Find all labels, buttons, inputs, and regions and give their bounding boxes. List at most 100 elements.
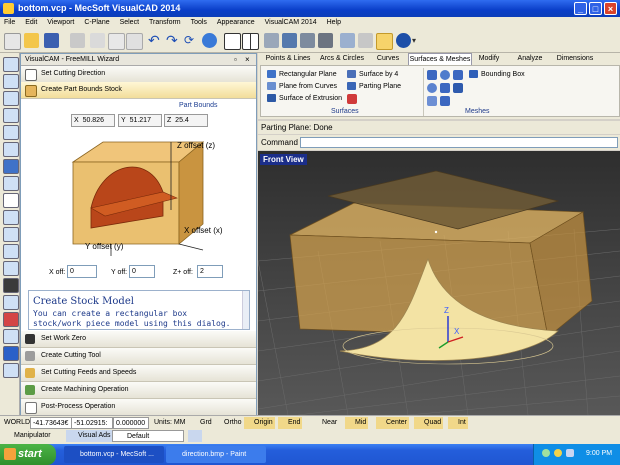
z-off-input[interactable]: 2 [197, 265, 223, 278]
transform-icon[interactable] [340, 33, 355, 48]
int-snap-toggle[interactable]: Int [448, 417, 468, 429]
home-view-icon[interactable] [3, 193, 19, 208]
security-icon[interactable] [554, 449, 562, 457]
right-view-icon[interactable] [3, 261, 19, 276]
copy-icon[interactable] [108, 33, 125, 50]
parting-plane-button[interactable]: Parting Plane [347, 82, 401, 92]
hidden-view-icon[interactable] [318, 33, 333, 48]
menu-visualcam[interactable]: VisualCAM 2014 [265, 19, 317, 26]
top-view-icon[interactable] [3, 210, 19, 225]
layer-settings-icon[interactable] [188, 430, 202, 442]
end-snap-toggle[interactable]: End [278, 417, 303, 429]
y-off-input[interactable]: 0 [129, 265, 155, 278]
refresh-icon[interactable] [202, 33, 217, 48]
menu-help[interactable]: Help [327, 19, 341, 26]
task-paint[interactable]: direction.bmp - Paint [166, 446, 266, 463]
step-create-part-bounds-stock[interactable]: Create Part Bounds Stock [21, 82, 256, 99]
panel-close-icon[interactable]: × [245, 55, 250, 64]
pin-icon[interactable]: ▫ [234, 55, 237, 64]
undo-icon[interactable]: ↶ [148, 33, 163, 48]
tab-points-lines[interactable]: Points & Lines [262, 53, 314, 65]
bounding-box-button[interactable]: Bounding Box [469, 70, 525, 80]
mesh-box-icon[interactable] [427, 70, 437, 80]
mesh-sphere-icon[interactable] [440, 70, 450, 80]
mesh-plane-icon[interactable] [453, 83, 463, 93]
menu-file[interactable]: File [4, 19, 15, 26]
step-set-work-zero[interactable]: Set Work Zero [21, 331, 256, 348]
print-icon[interactable] [70, 33, 85, 48]
zoom-icon[interactable] [3, 57, 19, 72]
mesh-cylinder-icon[interactable] [453, 70, 463, 80]
zoom-window-icon[interactable] [3, 74, 19, 89]
help-scrollbar[interactable] [242, 291, 249, 329]
zoom-extents-icon[interactable] [3, 91, 19, 106]
manipulator-toggle[interactable]: Manipulator [2, 430, 53, 442]
four-view-icon[interactable] [242, 33, 259, 50]
tab-analyze[interactable]: Analyze [510, 53, 550, 65]
menu-edit[interactable]: Edit [25, 19, 37, 26]
mesh-cone-icon[interactable] [440, 83, 450, 93]
mesh-pyramid-icon[interactable] [440, 96, 450, 106]
near-snap-toggle[interactable]: Near [312, 417, 339, 429]
grid-snap-toggle[interactable]: Grd [190, 417, 214, 429]
origin-snap-toggle[interactable]: Origin [244, 417, 275, 429]
command-input[interactable] [300, 137, 618, 148]
redo-icon[interactable]: ↷ [166, 33, 181, 48]
menu-tools[interactable]: Tools [191, 19, 207, 26]
surface-by-4-button[interactable]: Surface by 4 [347, 70, 398, 80]
rectangular-plane-button[interactable]: Rectangular Plane [267, 70, 337, 80]
volume-icon[interactable] [566, 449, 574, 457]
x-off-input[interactable]: 0 [67, 265, 97, 278]
step-create-cutting-tool[interactable]: Create Cutting Tool [21, 348, 256, 365]
menu-select[interactable]: Select [120, 19, 139, 26]
help-icon[interactable] [396, 33, 411, 48]
snap-icon[interactable] [358, 33, 373, 48]
save-icon[interactable] [44, 33, 59, 48]
viewport-front-view[interactable]: Z X Front View [258, 151, 620, 415]
surface-tool-icon[interactable] [347, 94, 357, 104]
camera-icon[interactable] [376, 33, 393, 50]
back-view-icon[interactable] [3, 176, 19, 191]
menu-cplane[interactable]: C-Plane [84, 19, 109, 26]
iso-view-icon[interactable] [3, 278, 19, 293]
mid-snap-toggle[interactable]: Mid [345, 417, 369, 429]
left-view-icon[interactable] [3, 244, 19, 259]
bottom-view-icon[interactable] [3, 227, 19, 242]
zoom-selected-icon[interactable] [3, 142, 19, 157]
rotate-icon[interactable] [3, 125, 19, 140]
step-post-process[interactable]: Post-Process Operation [21, 399, 256, 416]
ne-view-icon[interactable] [3, 329, 19, 344]
menu-transform[interactable]: Transform [149, 19, 181, 26]
cut-icon[interactable] [90, 33, 105, 48]
step-feeds-and-speeds[interactable]: Set Cutting Feeds and Speeds [21, 365, 256, 382]
shaded-view-icon[interactable] [264, 33, 279, 48]
mesh-torus-icon[interactable] [427, 83, 437, 93]
menu-appearance[interactable]: Appearance [217, 19, 255, 26]
menu-viewport[interactable]: Viewport [47, 19, 74, 26]
tab-arcs-circles[interactable]: Arcs & Circles [316, 53, 368, 65]
paste-icon[interactable] [126, 33, 143, 50]
se-view-icon[interactable] [3, 312, 19, 327]
maximize-button[interactable]: □ [589, 2, 602, 15]
new-file-icon[interactable] [4, 33, 21, 50]
pan-icon[interactable] [3, 108, 19, 123]
ortho-toggle[interactable]: Ortho [214, 417, 244, 429]
sw-view-icon[interactable] [3, 295, 19, 310]
task-visualcad[interactable]: bottom.vcp - MecSoft ... [64, 446, 164, 463]
step-set-cutting-direction[interactable]: Set Cutting Direction [21, 66, 256, 83]
surface-of-extrusion-button[interactable]: Surface of Extrusion [267, 94, 342, 104]
center-snap-toggle[interactable]: Center [376, 417, 410, 429]
single-view-icon[interactable] [224, 33, 241, 50]
close-button[interactable]: × [604, 2, 617, 15]
minimize-button[interactable]: _ [574, 2, 587, 15]
wire-view-icon[interactable] [300, 33, 315, 48]
tab-modify[interactable]: Modify [472, 53, 506, 65]
open-folder-icon[interactable] [24, 33, 39, 48]
network-icon[interactable] [542, 449, 550, 457]
plane-from-curves-button[interactable]: Plane from Curves [267, 82, 337, 92]
quad-snap-toggle[interactable]: Quad [414, 417, 444, 429]
tab-curves[interactable]: Curves [370, 53, 406, 65]
perspective-icon[interactable] [3, 363, 19, 378]
layer-select[interactable]: Default [112, 430, 184, 442]
toolbar-chevron-icon[interactable]: ▾ [412, 33, 418, 48]
